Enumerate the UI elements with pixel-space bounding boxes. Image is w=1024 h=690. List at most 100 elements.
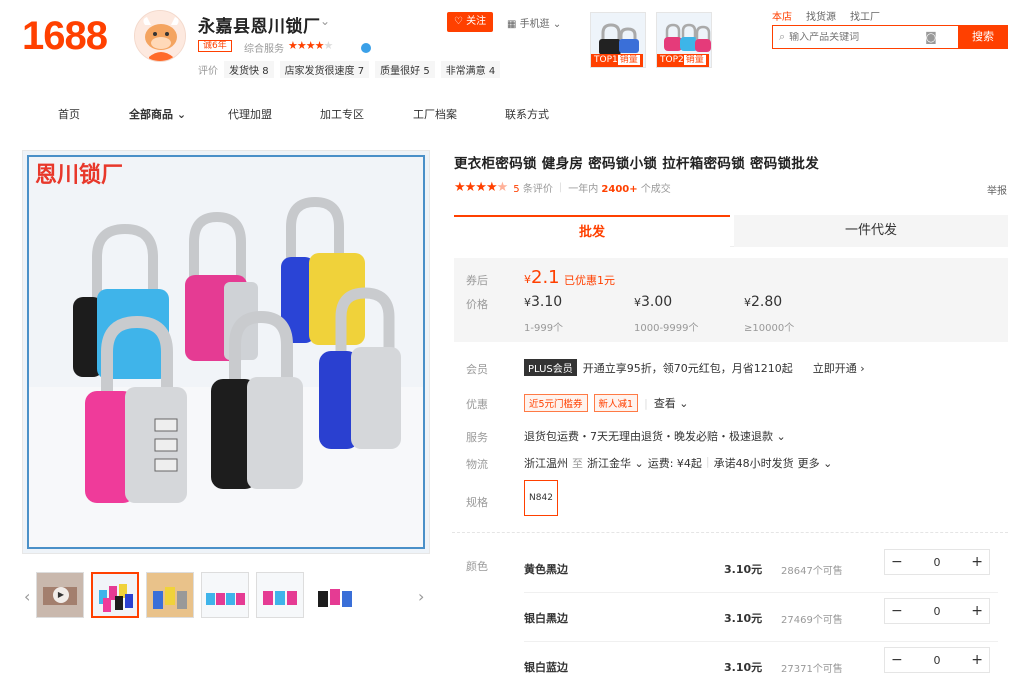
thumb-prev-icon[interactable]: ‹ [24,587,30,606]
member-row: PLUS会员 开通立享95折，领70元红包，月省1210起 立即开通 › [524,359,865,376]
member-label: 会员 [466,363,488,376]
search-tab-factory[interactable]: 找工厂 [850,8,880,23]
plus-icon[interactable]: + [971,652,983,668]
search-tab-source[interactable]: 找货源 [806,8,836,23]
color-price: 3.10元 [724,563,763,576]
site-logo[interactable]: 1688 [22,14,108,59]
thumbnail-image[interactable] [146,572,194,618]
promo-view-link[interactable]: 查看 ⌄ [654,395,689,411]
thumbnail-video[interactable]: ▶ [36,572,84,618]
nav-home[interactable]: 首页 [58,106,129,122]
color-name: 银白黑边 [524,612,568,625]
tier-price: ¥3.10 [524,294,563,310]
thumbnail-image[interactable] [311,572,359,618]
tier-range: 1000-9999个 [634,323,699,334]
minus-icon[interactable]: − [891,554,903,570]
color-label: 颜色 [466,560,488,573]
mobile-link[interactable]: ▦ 手机逛 ⌄ [507,15,561,30]
top-item-1[interactable]: TOP1 销量 [590,12,646,68]
nav-factory[interactable]: 工厂档案 [413,106,505,122]
price-panel: 券后 ¥2.1 已优惠1元 价格 ¥3.10 1-999个 ¥3.00 1000… [454,258,1008,342]
product-title: 更衣柜密码锁 健身房 密码锁小锁 拉杆箱密码锁 密码锁批发 [454,156,819,172]
to-word: 至 [572,457,583,470]
lock-thumb-image [93,574,137,616]
lock-thumb-image [257,573,303,617]
color-name: 银白蓝边 [524,661,568,674]
search-icon: ⌕ [779,30,786,43]
coupon-note: 已优惠1元 [564,274,615,287]
logistics-more[interactable]: 更多 ⌄ [798,455,833,471]
search-box: ⌕ ◙ [772,25,958,49]
nav-agency[interactable]: 代理加盟 [228,106,320,122]
image-watermark: 恩川锁厂 [35,163,124,188]
top-rank-tag: TOP1 销量 [591,54,643,67]
coupon-chip[interactable]: 近5元门槛券 [524,394,588,412]
service-row-label: 服务 [466,431,488,444]
member-text: 开通立享95折，领70元红包，月省1210起 [582,361,793,375]
plus-icon[interactable]: + [971,603,983,619]
color-stock: 28647个可售 [781,566,843,577]
search-scope-tabs: 本店 找货源 找工厂 [772,8,880,23]
color-stock: 27371个可售 [781,664,843,675]
minus-icon[interactable]: − [891,652,903,668]
ship-from: 浙江温州 [524,457,568,470]
minus-icon[interactable]: − [891,603,903,619]
service-stars-icon: ★★★★★ [288,39,333,52]
shop-avatar[interactable] [134,10,186,62]
coupon-chip[interactable]: 新人减1 [593,394,639,412]
tab-dropship[interactable]: 一件代发 [734,215,1008,247]
verified-icon [361,43,371,53]
ship-destination[interactable]: 浙江金华 ⌄ [587,455,644,471]
quantity-value[interactable]: 0 [934,654,941,667]
tab-wholesale[interactable]: 批发 [454,215,730,247]
coupon-label: 券后 [466,274,488,287]
review-link[interactable]: 5 条评价 [513,180,553,195]
thumbnail-image[interactable] [201,572,249,618]
nav-all-products[interactable]: 全部商品 ⌄ [129,106,228,122]
color-option-row: 黄色黑边 3.10元 28647个可售 − 0 + [524,545,998,593]
spec-option[interactable]: N842 [524,480,558,516]
nav-processing[interactable]: 加工专区 [320,106,413,122]
rating-chip: 发货快 8 [224,61,274,78]
qr-icon: ▦ [507,19,517,30]
year-badge: 诚6年 [198,40,232,52]
lock-thumb-image [312,573,358,617]
quantity-stepper: − 0 + [884,598,990,624]
rating-label: 评价 [198,66,218,77]
play-icon: ▶ [53,587,69,603]
color-price: 3.10元 [724,612,763,625]
tier-range: 1-999个 [524,323,564,334]
top-item-2[interactable]: TOP2 销量 [656,12,712,68]
plus-badge: PLUS会员 [524,359,577,376]
quantity-stepper: − 0 + [884,647,990,673]
service-label: 综合服务 [244,44,284,55]
coupon-price: ¥2.1 [524,267,560,288]
search-button[interactable]: 搜索 [958,25,1008,49]
thumbnail-image[interactable] [91,572,139,618]
tier-price: ¥2.80 [744,294,783,310]
report-link[interactable]: 举报 [987,182,1007,197]
chevron-down-icon[interactable]: ⌄ [320,14,330,28]
review-summary: ★★★★★ 5 条评价 | 一年内 2400+ 个成交 [454,180,671,195]
thumbnail-image[interactable] [256,572,304,618]
ship-promise: 承诺48小时发货 [713,457,794,470]
service-terms[interactable]: 退货包运费・7天无理由退货・晚发必赔・极速退款 ⌄ [524,428,786,444]
quantity-value[interactable]: 0 [934,605,941,618]
member-open-link[interactable]: 立即开通 › [813,360,865,376]
search-input[interactable] [789,31,922,43]
shop-name[interactable]: 永嘉县恩川锁厂 [198,12,321,37]
promo-row: 近5元门槛券 新人减1 | 查看 ⌄ [524,394,689,412]
thumb-next-icon[interactable]: › [418,587,424,606]
rating-stars-icon: ★★★★★ [454,180,508,195]
follow-button[interactable]: ♡ 关注 [447,12,493,32]
camera-icon[interactable]: ◙ [925,30,937,44]
padlocks-photo [29,157,423,547]
main-product-image[interactable]: 恩川锁厂 [22,150,430,554]
nav-contact[interactable]: 联系方式 [505,106,549,122]
bull-mascot-icon [135,11,185,61]
plus-icon[interactable]: + [971,554,983,570]
search-tab-shop[interactable]: 本店 [772,8,792,23]
quantity-value[interactable]: 0 [934,556,941,569]
shipping-fee: 运费: ¥4起 [647,457,702,470]
color-name: 黄色黑边 [524,563,568,576]
